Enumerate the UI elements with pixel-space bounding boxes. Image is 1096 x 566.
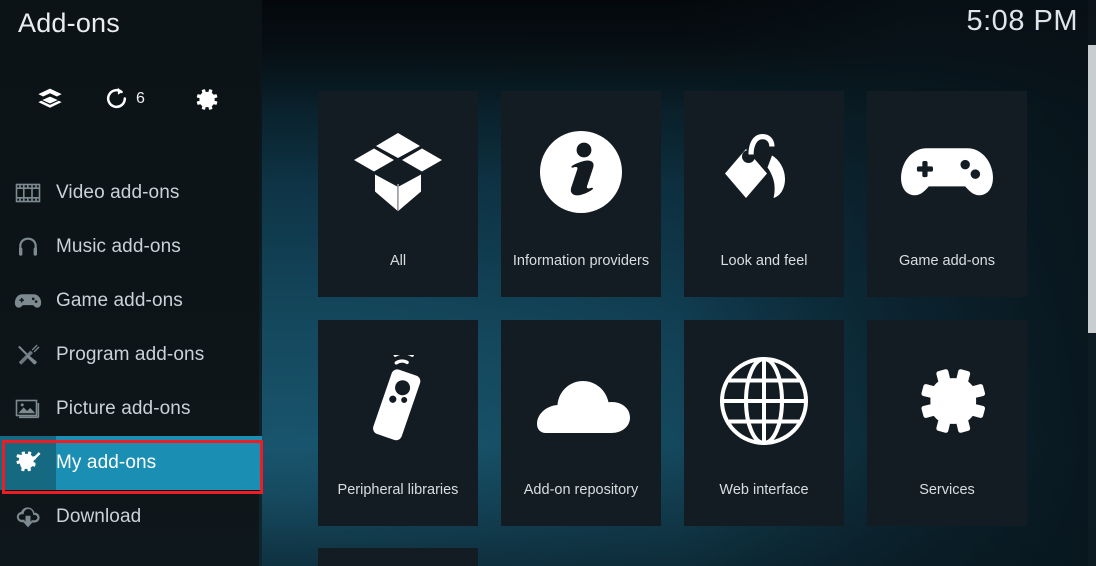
- tile-label: Look and feel: [720, 253, 808, 269]
- tile-label: Peripheral libraries: [337, 482, 459, 498]
- updates-count: 6: [136, 89, 145, 107]
- price-tag-icon: [684, 91, 844, 253]
- sidebar-item-my-add-ons[interactable]: My add-ons: [0, 436, 262, 490]
- sidebar-item-game-add-ons[interactable]: Game add-ons: [0, 274, 262, 328]
- picture-icon: [0, 398, 56, 420]
- sidebar-item-picture-add-ons[interactable]: Picture add-ons: [0, 382, 262, 436]
- tools-icon: [0, 343, 56, 368]
- gear-icon: [193, 86, 220, 113]
- gamepad-icon: [867, 91, 1027, 253]
- globe-icon: [684, 320, 844, 482]
- sidebar-item-label: My add-ons: [56, 452, 157, 473]
- open-box-icon: [318, 91, 478, 253]
- sidebar-item-label: Picture add-ons: [56, 398, 191, 419]
- tile-look-and-feel[interactable]: Look and feel: [684, 91, 844, 297]
- tile-add-on-repository[interactable]: Add-on repository: [501, 320, 661, 526]
- sidebar-nav: Video add-ons Music add-ons Game add-ons…: [0, 166, 262, 544]
- sidebar-item-video-add-ons[interactable]: Video add-ons: [0, 166, 262, 220]
- remote-control-icon: [318, 320, 478, 482]
- tile-label: Services: [919, 482, 975, 498]
- kodi-addons-screen: Add-ons 5:08 PM 6 Video add-ons Music ad…: [0, 0, 1096, 566]
- sidebar-item-label: Video add-ons: [56, 182, 180, 203]
- tile-next-row-partial[interactable]: [318, 548, 478, 566]
- clock: 5:08 PM: [966, 5, 1078, 37]
- download-icon: [0, 505, 56, 529]
- scrollbar-thumb[interactable]: [1088, 45, 1096, 333]
- sidebar-item-label: Program add-ons: [56, 344, 205, 365]
- tile-label: Game add-ons: [899, 253, 995, 269]
- scrollbar-track[interactable]: [1088, 0, 1096, 566]
- film-icon: [0, 182, 56, 204]
- addon-settings-button[interactable]: [193, 86, 220, 113]
- install-from-package-button[interactable]: [36, 86, 64, 114]
- sidebar-item-label: Download: [56, 506, 142, 527]
- sidebar-item-program-add-ons[interactable]: Program add-ons: [0, 328, 262, 382]
- info-circle-icon: [501, 91, 661, 253]
- gamepad-icon: [0, 291, 56, 311]
- tile-label: Information providers: [512, 253, 650, 269]
- refresh-icon: [104, 86, 129, 111]
- tile-label: Add-on repository: [523, 482, 639, 498]
- tile-game-add-ons[interactable]: Game add-ons: [867, 91, 1027, 297]
- page-title: Add-ons: [18, 8, 120, 38]
- package-icon: [36, 86, 64, 114]
- tile-all[interactable]: All: [318, 91, 478, 297]
- sidebar-item-label: Game add-ons: [56, 290, 183, 311]
- tile-services[interactable]: Services: [867, 320, 1027, 526]
- tile-information-providers[interactable]: Information providers: [501, 91, 661, 297]
- headphones-icon: [0, 235, 56, 259]
- my-addons-icon: [0, 448, 56, 478]
- sidebar-item-label: Music add-ons: [56, 236, 181, 257]
- sidebar-item-download[interactable]: Download: [0, 490, 262, 544]
- sidebar-tool-row: 6: [0, 86, 262, 134]
- cloud-icon: [501, 320, 661, 482]
- tile-web-interface[interactable]: Web interface: [684, 320, 844, 526]
- tile-label: Web interface: [719, 482, 809, 498]
- tile-label: All: [389, 253, 407, 269]
- gear-icon: [867, 320, 1027, 482]
- sidebar-item-music-add-ons[interactable]: Music add-ons: [0, 220, 262, 274]
- tile-peripheral-libraries[interactable]: Peripheral libraries: [318, 320, 478, 526]
- check-for-updates-button[interactable]: 6: [104, 86, 145, 111]
